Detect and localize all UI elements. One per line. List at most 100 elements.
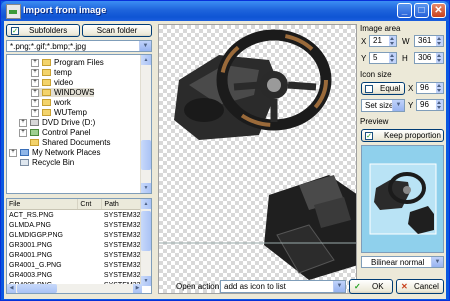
scroll-left-icon[interactable]: ◀ [7, 284, 16, 293]
file-row[interactable]: GR4001.PNG SYSTEM32 [7, 250, 143, 260]
icon-size-x-input[interactable]: 96 [416, 82, 444, 94]
tree-item[interactable]: + work [31, 98, 71, 107]
close-button[interactable]: ✕ [431, 3, 446, 18]
ok-button[interactable]: ✓ OK [349, 279, 393, 294]
tree-expander-icon[interactable]: + [9, 148, 17, 157]
image-area-w-input[interactable]: 361 [414, 35, 444, 47]
spinner-icon[interactable] [436, 36, 443, 46]
file-list-hscroll-thumb[interactable] [17, 284, 57, 293]
spinner-icon[interactable] [436, 53, 443, 63]
file-list-vscrollbar[interactable]: ▲ ▼ [140, 199, 151, 286]
equal-checkbox[interactable]: ✓ [365, 85, 373, 93]
file-row[interactable]: GR4003.PNG SYSTEM32 [7, 270, 143, 280]
scroll-down-icon[interactable]: ▼ [141, 276, 151, 286]
file-filter-combo[interactable]: *.png;*.gif;*.bmp;*.jpg ▼ [6, 40, 152, 52]
scan-folder-button[interactable]: Scan folder [82, 24, 152, 37]
image-area-x-input[interactable]: 21 [369, 35, 397, 47]
maximize-button[interactable]: □ [414, 3, 429, 18]
column-header-file[interactable]: File [7, 199, 79, 210]
scroll-down-icon[interactable]: ▼ [141, 183, 151, 193]
column-header-cnt[interactable]: Cnt [77, 199, 103, 210]
column-header-path[interactable]: Path [101, 199, 143, 210]
minimize-button[interactable]: _ [397, 3, 412, 18]
keep-proportion-label: Keep proportion [384, 131, 441, 140]
cancel-button[interactable]: ✕ Cancel [396, 279, 444, 294]
tree-item[interactable]: Recycle Bin [9, 158, 74, 167]
preview-title: Preview [360, 117, 389, 126]
resample-filter-dropdown[interactable]: Bilinear normal ▼ [361, 256, 444, 268]
scroll-up-icon[interactable]: ▲ [141, 55, 151, 65]
subfolders-toggle[interactable]: ✓ Subfolders [6, 24, 80, 37]
scroll-up-icon[interactable]: ▲ [141, 199, 151, 209]
file-row[interactable]: GR3001.PNG SYSTEM32 [7, 240, 143, 250]
subfolders-checkbox[interactable]: ✓ [11, 27, 19, 35]
keep-proportion-checkbox[interactable]: ✓ [365, 132, 373, 140]
tree-expander-icon[interactable]: + [31, 78, 39, 87]
keep-proportion-toggle[interactable]: ✓ Keep proportion [361, 129, 444, 142]
spinner-icon[interactable] [389, 53, 396, 63]
file-row[interactable]: GLMDIGGP.PNG SYSTEM32 [7, 230, 143, 240]
file-row[interactable]: GR4001_G.PNG SYSTEM32 [7, 260, 143, 270]
tree-expander-icon[interactable]: + [19, 128, 27, 137]
image-area-h-input[interactable]: 306 [414, 52, 444, 64]
folder-icon [42, 59, 51, 67]
file-cell-path: SYSTEM32 [103, 251, 141, 259]
steering-wheel-image [159, 29, 356, 280]
tree-item[interactable]: + DVD Drive (D:) [19, 118, 95, 127]
file-list-scroll-thumb[interactable] [141, 211, 151, 251]
image-area-y-input[interactable]: 5 [369, 52, 397, 64]
file-cell-path: SYSTEM32 [103, 211, 141, 219]
tree-item[interactable]: + video [31, 78, 73, 87]
h-label: H [402, 54, 408, 63]
tree-item[interactable]: + temp [31, 68, 72, 77]
tree-item[interactable]: + WUTemp [31, 108, 87, 117]
tree-expander-icon[interactable]: + [31, 108, 39, 117]
source-image-canvas[interactable] [158, 24, 357, 294]
file-cell-path: SYSTEM32 [103, 241, 141, 249]
tree-scroll-thumb[interactable] [141, 140, 151, 170]
folder-icon [42, 99, 51, 107]
tree-item[interactable]: + Control Panel [19, 128, 90, 137]
open-action-dropdown[interactable]: add as icon to list ▼ [220, 280, 346, 293]
spinner-icon[interactable] [436, 100, 443, 110]
equal-toggle[interactable]: ✓ Equal [361, 82, 405, 95]
tree-item[interactable]: + WINDOWS [31, 88, 95, 97]
dvd-drive-icon [30, 119, 39, 127]
w-label: W [402, 37, 410, 46]
folder-tree[interactable]: + Program Files + temp + video + WINDOWS + work + W… [6, 54, 152, 194]
file-list[interactable]: File Cnt Path ACT_RS.PNG SYSTEM32 GLMDA.PN… [6, 198, 152, 294]
file-row[interactable]: ACT_RS.PNG SYSTEM32 [7, 210, 143, 221]
tree-expander-icon[interactable]: + [31, 58, 39, 67]
title-bar[interactable]: Import from image _ □ ✕ [1, 1, 449, 21]
tree-item[interactable]: + Program Files [31, 58, 104, 67]
file-row[interactable]: GLMDA.PNG SYSTEM32 [7, 220, 143, 230]
set-size-dropdown[interactable]: Set size ▼ [361, 99, 405, 112]
tree-item[interactable]: + My Network Places [9, 148, 100, 157]
chevron-down-icon[interactable]: ▼ [392, 100, 404, 111]
spinner-icon[interactable] [389, 36, 396, 46]
tree-scrollbar[interactable]: ▲ ▼ [140, 55, 151, 193]
spinner-icon[interactable] [436, 83, 443, 93]
tree-item-label: Program Files [54, 58, 104, 67]
tree-item-label: WUTemp [54, 108, 87, 117]
scroll-right-icon[interactable]: ▶ [133, 284, 142, 293]
tree-expander-icon[interactable]: + [31, 88, 39, 97]
chevron-down-icon[interactable]: ▼ [333, 281, 345, 292]
tree-expander-icon[interactable]: + [31, 68, 39, 77]
tree-item[interactable]: Shared Documents [19, 138, 110, 147]
chevron-down-icon[interactable]: ▼ [431, 257, 443, 267]
tree-expander-icon[interactable]: + [19, 118, 27, 127]
tree-item-label: Recycle Bin [32, 158, 75, 167]
tree-item-label: work [54, 98, 71, 107]
file-cell-cnt [78, 260, 102, 270]
icon-size-title: Icon size [360, 70, 392, 79]
folder-icon [42, 79, 51, 87]
icon-size-y-input[interactable]: 96 [416, 99, 444, 111]
tree-expander-icon[interactable]: + [31, 98, 39, 107]
file-cell-cnt [78, 240, 102, 250]
file-cell-file: GLMDA.PNG [9, 221, 52, 229]
network-places-icon [20, 149, 29, 157]
chevron-down-icon[interactable]: ▼ [139, 41, 151, 51]
file-list-hscrollbar[interactable]: ◀ ▶ [7, 284, 142, 293]
file-cell-file: GR4003.PNG [9, 271, 53, 279]
